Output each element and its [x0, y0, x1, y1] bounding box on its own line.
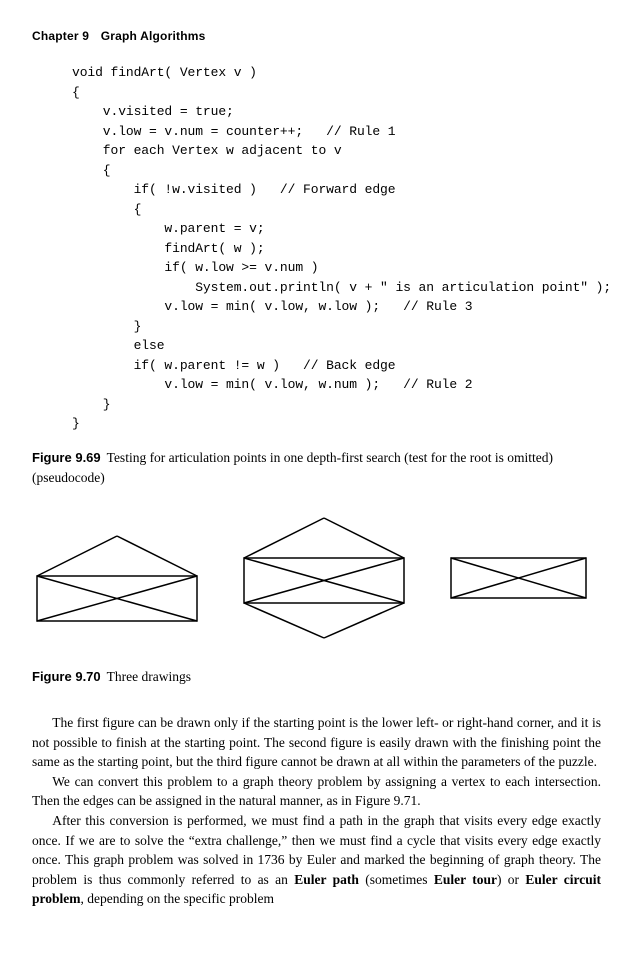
chapter-title: Graph Algorithms	[101, 29, 206, 43]
figure-69-caption: Figure 9.69Testing for articulation poin…	[32, 448, 601, 487]
paragraph: After this conversion is performed, we m…	[32, 811, 601, 909]
code-line: if( !w.visited ) // Forward edge	[72, 182, 395, 197]
figure-caption-text: Testing for articulation points in one d…	[32, 450, 553, 485]
code-line: }	[72, 416, 80, 431]
code-line: void findArt( Vertex v )	[72, 65, 257, 80]
three-drawings	[32, 513, 601, 643]
chapter-header: Chapter 9 Graph Algorithms	[32, 28, 601, 45]
body-text: The first figure can be drawn only if th…	[32, 713, 601, 909]
code-line: v.low = min( v.low, w.num ); // Rule 2	[72, 377, 472, 392]
paragraph: The first figure can be drawn only if th…	[32, 713, 601, 772]
drawing-1	[32, 531, 202, 626]
code-block: void findArt( Vertex v ) { v.visited = t…	[72, 63, 601, 434]
paragraph: We can convert this problem to a graph t…	[32, 772, 601, 811]
text-run: (sometimes	[359, 872, 434, 887]
figure-70-caption: Figure 9.70 Three drawings	[32, 667, 601, 687]
drawing-3	[446, 553, 591, 603]
code-line: findArt( w );	[72, 241, 265, 256]
code-line: for each Vertex w adjacent to v	[72, 143, 342, 158]
text-run: ) or	[497, 872, 525, 887]
code-line: if( w.parent != w ) // Back edge	[72, 358, 395, 373]
chapter-label: Chapter 9	[32, 29, 89, 43]
drawing-2	[239, 513, 409, 643]
code-line: if( w.low >= v.num )	[72, 260, 318, 275]
code-line: w.parent = v;	[72, 221, 265, 236]
code-line: {	[72, 85, 80, 100]
code-line: }	[72, 319, 141, 334]
text-run: , depending on the specific problem	[81, 891, 274, 906]
code-line: {	[72, 163, 111, 178]
code-line: else	[72, 338, 164, 353]
code-line: {	[72, 202, 141, 217]
code-line: v.low = min( v.low, w.low ); // Rule 3	[72, 299, 472, 314]
code-line: }	[72, 397, 111, 412]
code-line: v.visited = true;	[72, 104, 234, 119]
term-euler-path: Euler path	[294, 872, 359, 887]
figure-label: Figure 9.70	[32, 669, 101, 684]
code-line: System.out.println( v + " is an articula…	[72, 280, 611, 295]
term-euler-tour: Euler tour	[434, 872, 497, 887]
figure-caption-text: Three drawings	[107, 669, 191, 684]
figure-label: Figure 9.69	[32, 450, 101, 465]
code-line: v.low = v.num = counter++; // Rule 1	[72, 124, 395, 139]
